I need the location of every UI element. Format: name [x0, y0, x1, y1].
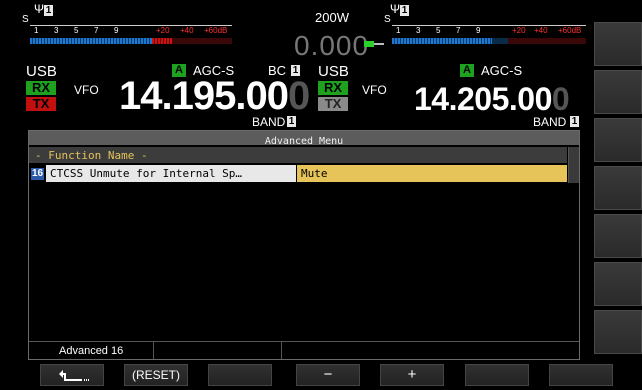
- main-meter-bar-red: [152, 38, 172, 44]
- sub-band-num: 1: [570, 116, 579, 127]
- main-frequency-digits: 14.195.00: [119, 74, 289, 118]
- return-arrow-icon: [59, 370, 89, 381]
- status-left: Advanced 16: [59, 345, 124, 357]
- advanced-menu-panel: Advanced Menu - Function Name - 16 CTCSS…: [28, 130, 580, 360]
- main-meter-tick-9: 9: [114, 26, 119, 35]
- main-meter-tick-20: +20: [156, 26, 170, 35]
- status-bar: Advanced 16: [29, 342, 579, 359]
- sub-tx-badge: TX: [318, 97, 348, 111]
- side-key-2[interactable]: [594, 70, 642, 114]
- row-number: 16: [31, 168, 44, 180]
- main-s-meter: S 1 3 5 7 9 +20 +40 +60dB: [22, 14, 242, 48]
- sub-meter-tick-9: 9: [476, 26, 481, 35]
- main-frequency-dim-digit: 0: [287, 74, 311, 118]
- menu-scrollbar[interactable]: [568, 147, 579, 183]
- row-name: CTCSS Unmute for Internal Sp…: [50, 167, 243, 180]
- sub-s-meter: S 1 3 5 7 9 +20 +40 +60dB: [384, 14, 594, 48]
- main-meter-bar-dark: [172, 38, 232, 44]
- sub-frequency-digits: 14.205.00: [414, 81, 552, 117]
- main-mode: USB: [26, 63, 57, 80]
- split-indicator: [364, 41, 374, 47]
- column-header: - Function Name -: [29, 147, 567, 163]
- sub-meter-bar-blue: [392, 38, 492, 44]
- fkey-plus-button[interactable]: +: [380, 364, 444, 386]
- menu-title-bar: Advanced Menu: [29, 131, 579, 147]
- radio-display: Ψ 1 S 1 3 5 7 9 +20 +40 +60dB 200W 0.000…: [0, 0, 642, 390]
- sub-meter-tick-40: +40: [534, 26, 548, 35]
- main-band-num: 1: [287, 116, 296, 127]
- sub-frequency: 14.205.000: [414, 81, 570, 117]
- sub-antenna-a-letter: A: [463, 64, 471, 76]
- row-name-cell: CTCSS Unmute for Internal Sp…: [46, 165, 296, 182]
- side-key-7[interactable]: [594, 310, 642, 354]
- fkey-reset-button[interactable]: (RESET): [124, 364, 188, 386]
- sub-frequency-dim-digit: 0: [551, 81, 570, 117]
- row-value: Mute: [301, 167, 328, 180]
- sub-antenna-num: 1: [400, 5, 409, 16]
- side-key-5[interactable]: [594, 214, 642, 258]
- side-key-4[interactable]: [594, 166, 642, 210]
- main-meter-scale-line: [30, 25, 232, 26]
- sub-meter-tick-60: +60dB: [558, 26, 582, 35]
- sub-meter-scale-line: [392, 25, 586, 26]
- main-meter-tick-60: +60dB: [204, 26, 228, 35]
- side-key-6[interactable]: [594, 262, 642, 306]
- sub-meter-tick-3: 3: [416, 26, 421, 35]
- main-tx-badge: TX: [26, 97, 56, 111]
- fkey-3-button[interactable]: [208, 364, 272, 386]
- main-meter-tick-5: 5: [74, 26, 79, 35]
- split-line: [374, 43, 384, 45]
- main-vfo-label: VFO: [74, 83, 99, 97]
- sub-band-label: BAND: [533, 115, 567, 129]
- main-rx-badge: RX: [26, 81, 56, 95]
- main-antenna-num: 1: [44, 5, 53, 16]
- table-row[interactable]: 16 CTCSS Unmute for Internal Sp… Mute: [29, 165, 567, 182]
- side-key-3[interactable]: [594, 118, 642, 162]
- menu-title: Advanced Menu: [264, 136, 344, 147]
- sub-agc-label: AGC-S: [481, 63, 523, 78]
- sub-meter-tick-7: 7: [456, 26, 461, 35]
- antenna-icon: Ψ: [390, 2, 401, 16]
- main-band-label: BAND: [252, 115, 286, 129]
- main-meter-tick-1: 1: [34, 26, 39, 35]
- main-meter-tick-7: 7: [94, 26, 99, 35]
- sub-mode: USB: [318, 63, 349, 80]
- sub-meter-bar-dark-blue: [492, 38, 508, 44]
- sub-meter-tick-5: 5: [436, 26, 441, 35]
- main-frequency: 14.195.000: [119, 74, 310, 118]
- fkey-return-button[interactable]: [40, 364, 104, 386]
- main-meter-s-label: S: [22, 14, 29, 25]
- side-key-1[interactable]: [594, 22, 642, 66]
- sub-antenna-a-badge: A: [460, 64, 474, 77]
- sub-meter-tick-20: +20: [512, 26, 526, 35]
- sub-meter-s-label: S: [384, 14, 391, 25]
- sub-rx-badge: RX: [318, 81, 348, 95]
- main-meter-tick-3: 3: [54, 26, 59, 35]
- status-separator-2: [281, 342, 282, 359]
- sub-meter-bar-dark: [508, 38, 586, 44]
- status-separator-1: [153, 342, 154, 359]
- sub-meter-tick-1: 1: [396, 26, 401, 35]
- antenna-icon: Ψ: [34, 2, 45, 16]
- column-header-label: - Function Name -: [35, 149, 148, 162]
- fkey-7-button[interactable]: [549, 364, 613, 386]
- row-value-cell[interactable]: Mute: [297, 165, 567, 182]
- freq-offset: 0.000: [294, 30, 370, 61]
- main-meter-bar-blue: [30, 38, 152, 44]
- main-meter-tick-40: +40: [180, 26, 194, 35]
- fkey-6-button[interactable]: [465, 364, 529, 386]
- power-label: 200W: [315, 10, 349, 25]
- sub-vfo-label: VFO: [362, 83, 387, 97]
- fkey-minus-button[interactable]: −: [296, 364, 360, 386]
